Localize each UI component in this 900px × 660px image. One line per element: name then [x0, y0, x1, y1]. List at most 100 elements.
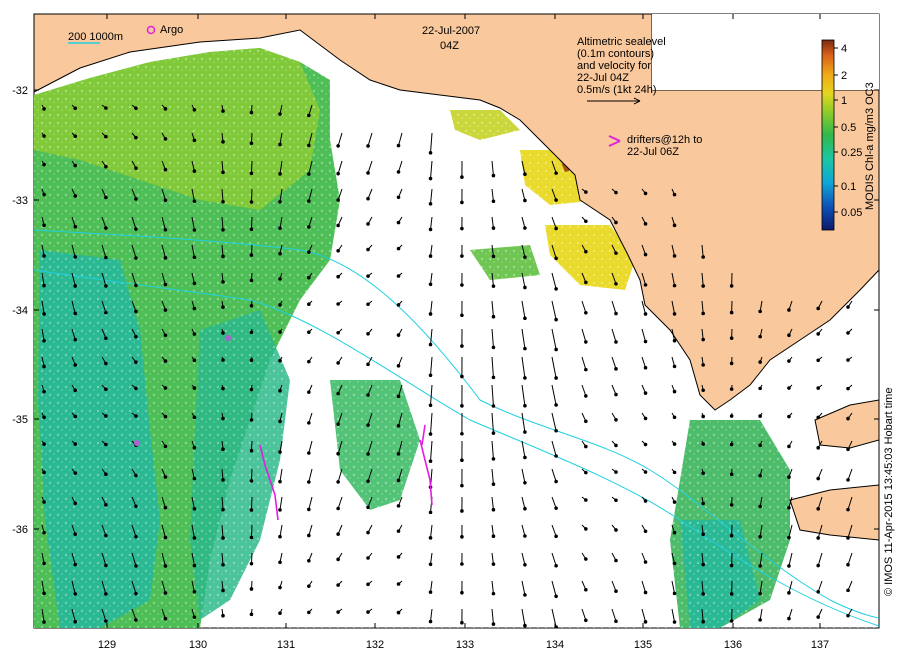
- velocity-arrow-head: [428, 227, 433, 232]
- x-tick-label: 135: [634, 639, 652, 651]
- velocity-arrow-head: [104, 226, 108, 230]
- velocity-arrow-head: [672, 530, 677, 535]
- velocity-arrow-head: [307, 359, 311, 364]
- velocity-arrow-head: [758, 360, 762, 364]
- velocity-arrow-head: [428, 459, 433, 463]
- velocity-arrow-head: [491, 507, 496, 512]
- velocity-arrow-head: [491, 345, 496, 350]
- velocity-arrow-head: [816, 446, 820, 450]
- velocity-arrow-head: [729, 361, 734, 366]
- velocity-arrow-head: [134, 473, 138, 478]
- velocity-arrow-head: [163, 282, 168, 287]
- velocity-arrow-head: [221, 588, 225, 593]
- velocity-arrow-head: [192, 386, 197, 390]
- scale-label: 200 1000m: [68, 31, 123, 43]
- velocity-arrow-head: [428, 176, 433, 181]
- velocity-arrow-head: [523, 455, 527, 460]
- velocity-arrow-head: [366, 530, 370, 535]
- velocity-arrow-head: [73, 134, 78, 138]
- velocity-arrow-head: [134, 360, 138, 364]
- velocity-arrow-head: [221, 386, 225, 391]
- velocity-arrow-head: [336, 144, 340, 148]
- velocity-arrow-head: [278, 560, 282, 565]
- velocity-arrow-head: [42, 192, 46, 197]
- velocity-arrow-head: [42, 283, 46, 288]
- velocity-arrow-head: [554, 256, 558, 261]
- velocity-arrow-head: [614, 251, 618, 255]
- velocity-arrow-head: [278, 226, 282, 230]
- velocity-arrow-head: [643, 529, 648, 534]
- velocity-arrow-head: [163, 308, 168, 312]
- velocity-arrow-head: [491, 226, 496, 230]
- velocity-arrow-head: [758, 309, 762, 314]
- velocity-arrow-head: [643, 416, 648, 421]
- velocity-arrow-head: [643, 283, 648, 287]
- velocity-arrow-head: [584, 190, 588, 194]
- velocity-arrow-head: [42, 312, 46, 316]
- velocity-arrow-head: [307, 172, 311, 176]
- velocity-arrow-head: [192, 507, 197, 511]
- velocity-arrow-head: [396, 170, 401, 174]
- velocity-arrow-head: [307, 480, 311, 484]
- velocity-arrow-head: [523, 226, 527, 230]
- velocity-arrow-head: [307, 302, 311, 307]
- velocity-arrow-head: [221, 109, 225, 113]
- velocity-arrow-head: [643, 312, 648, 316]
- velocity-arrow-head: [163, 505, 168, 510]
- velocity-arrow-head: [643, 499, 648, 503]
- colorbar-tick-label: 0.25: [841, 147, 862, 159]
- drifters-line-1: drifters@12h to: [627, 134, 702, 146]
- velocity-arrow-head: [643, 442, 648, 447]
- velocity-arrow-head: [523, 506, 527, 511]
- velocity-arrow-head: [163, 107, 168, 111]
- velocity-arrow-head: [104, 533, 108, 538]
- velocity-arrow-head: [366, 582, 370, 587]
- velocity-arrow-head: [104, 592, 108, 596]
- velocity-arrow-head: [396, 274, 401, 278]
- velocity-arrow-head: [134, 166, 138, 170]
- velocity-arrow-head: [491, 431, 496, 435]
- velocity-arrow-head: [614, 558, 618, 563]
- velocity-arrow-head: [307, 421, 311, 425]
- velocity-arrow-head: [163, 414, 168, 419]
- velocity-arrow-head: [396, 303, 401, 307]
- velocity-arrow-head: [249, 418, 254, 422]
- velocity-arrow-head: [614, 470, 618, 474]
- velocity-arrow-head: [584, 588, 588, 592]
- velocity-arrow-head: [73, 255, 78, 259]
- colorbar-tick-label: 0.1: [841, 181, 856, 193]
- velocity-arrow-head: [396, 394, 401, 399]
- velocity-arrow-head: [366, 222, 370, 226]
- velocity-arrow-head: [554, 403, 558, 407]
- velocity-arrow-head: [614, 392, 618, 397]
- velocity-arrow-head: [278, 450, 282, 454]
- velocity-arrow-head: [134, 414, 138, 418]
- velocity-arrow-head: [428, 254, 433, 258]
- velocity-arrow-head: [428, 282, 433, 287]
- velocity-arrow-head: [192, 415, 197, 420]
- velocity-arrow-head: [758, 473, 762, 478]
- velocity-arrow-head: [307, 451, 311, 455]
- velocity-arrow-head: [278, 330, 282, 334]
- velocity-arrow-head: [134, 283, 138, 288]
- velocity-arrow-head: [428, 373, 433, 378]
- velocity-arrow-head: [816, 563, 820, 568]
- velocity-arrow-head: [758, 386, 762, 391]
- colorbar-tick-label: 4: [841, 43, 847, 55]
- velocity-arrow-head: [643, 191, 648, 196]
- y-tick-label: -33: [12, 195, 28, 207]
- altimetry-line-1: Altimetric sealevel: [577, 36, 666, 48]
- velocity-arrow-head: [672, 192, 677, 197]
- velocity-arrow-head: [584, 557, 588, 561]
- velocity-arrow-head: [73, 311, 78, 316]
- velocity-arrow-head: [523, 623, 527, 628]
- velocity-arrow-head: [554, 171, 558, 175]
- velocity-arrow-head: [460, 483, 464, 488]
- velocity-arrow-head: [428, 312, 433, 316]
- velocity-arrow-head: [163, 475, 168, 479]
- velocity-arrow-head: [42, 107, 46, 111]
- velocity-arrow-head: [460, 562, 464, 566]
- x-tick-label: 137: [811, 639, 829, 651]
- velocity-arrow-head: [672, 254, 677, 258]
- velocity-arrow-head: [672, 364, 677, 369]
